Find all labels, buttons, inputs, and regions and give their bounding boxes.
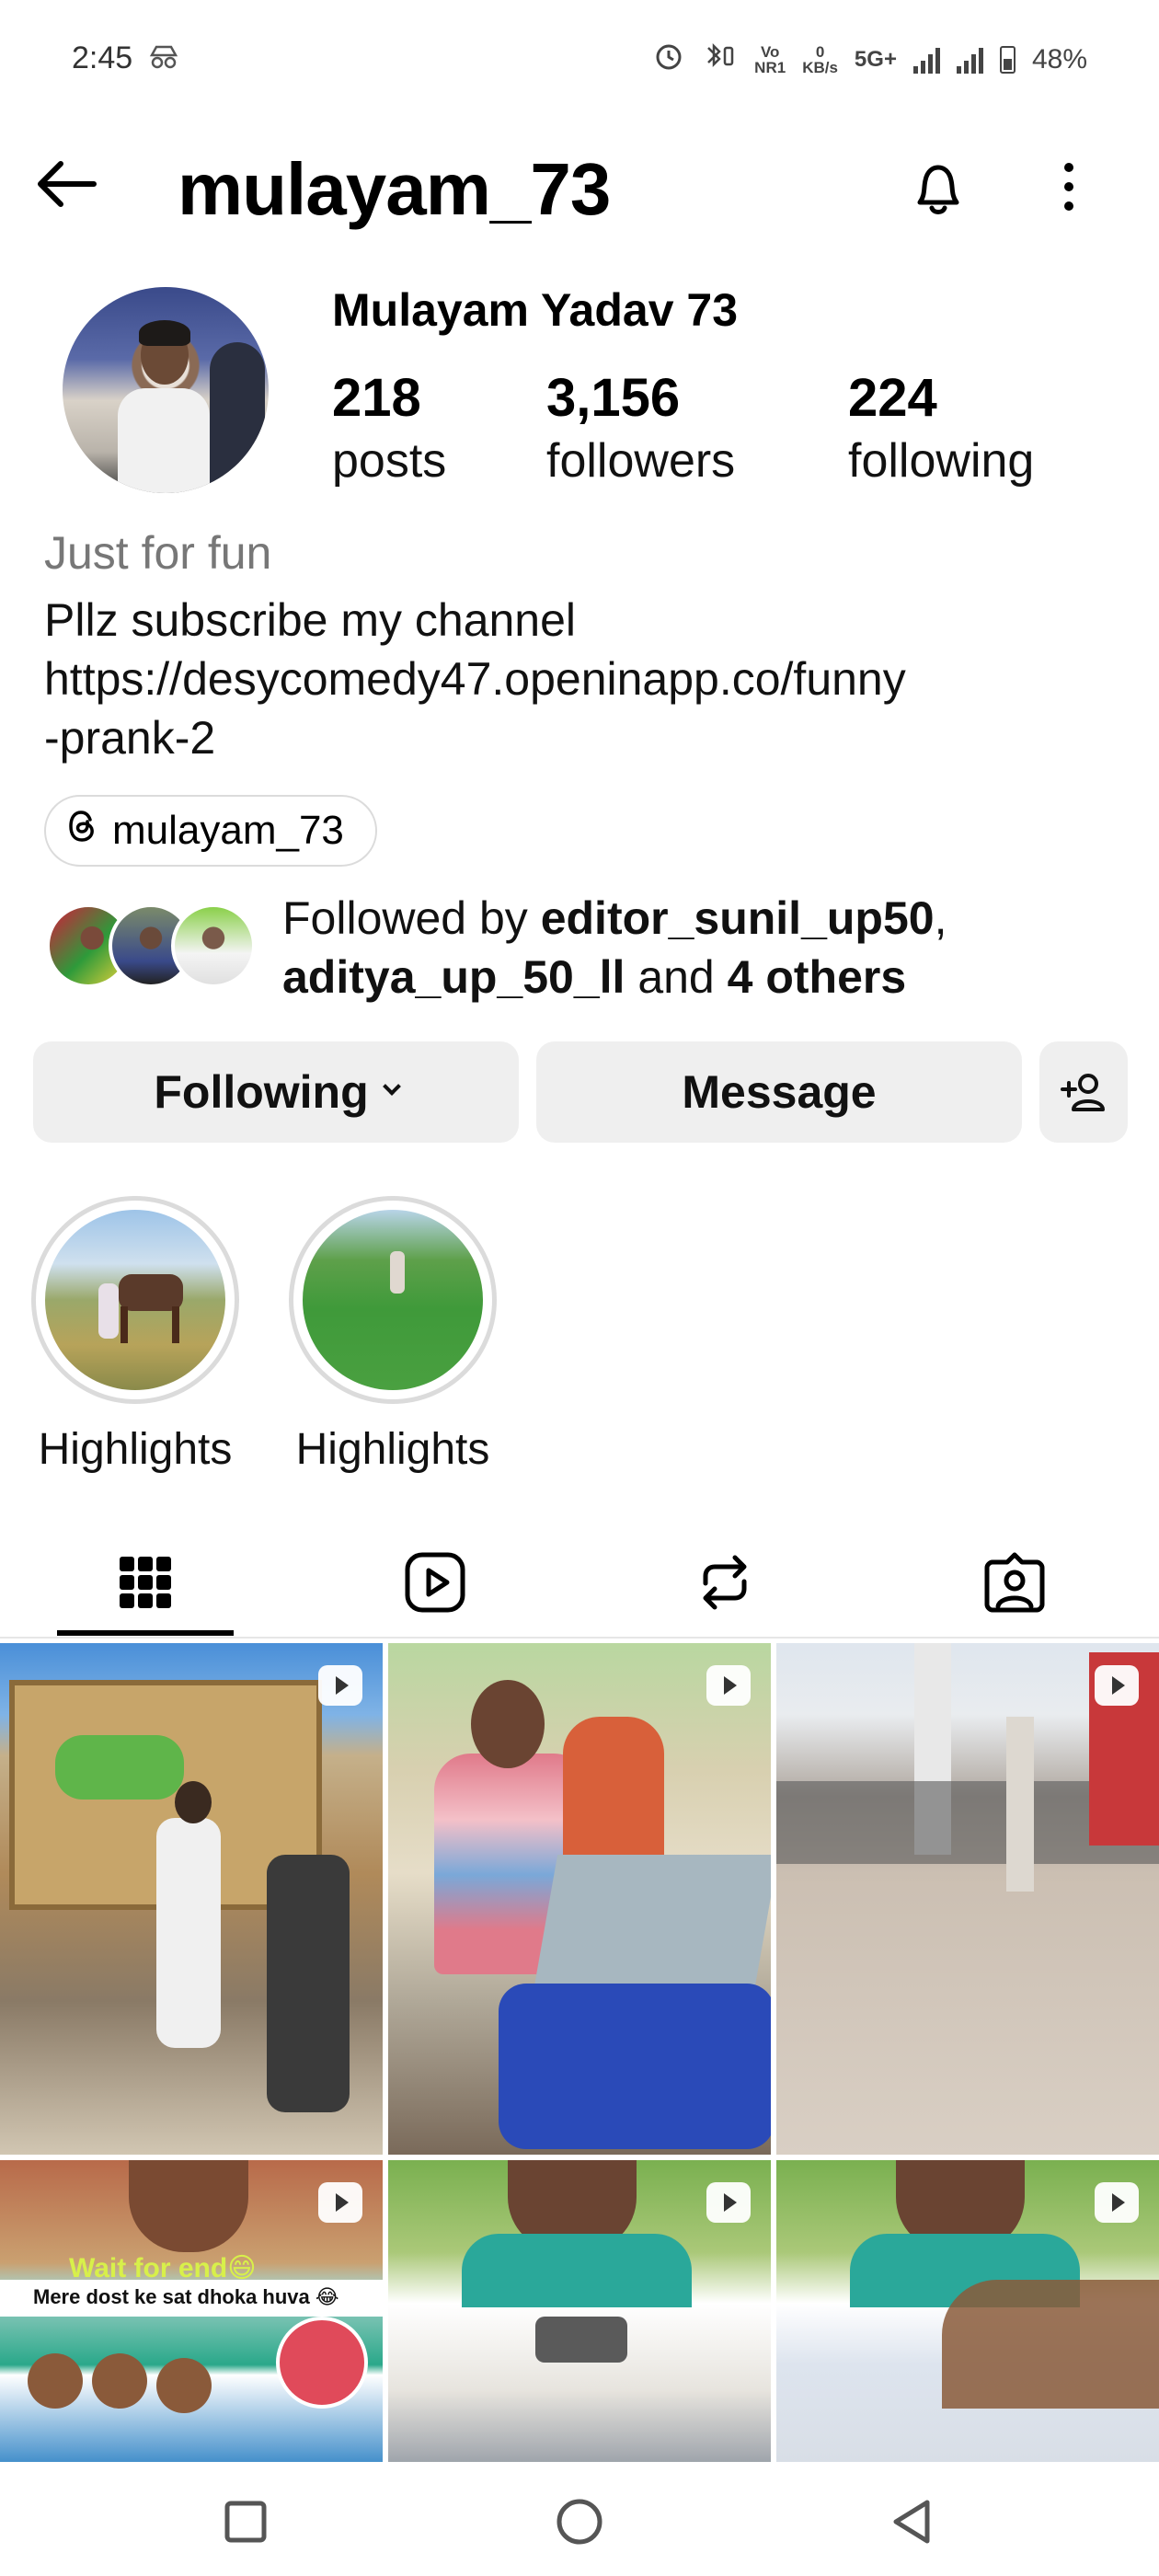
bio-line: Pllz subscribe my channel bbox=[44, 594, 577, 646]
bio-link[interactable]: https://desycomedy47.openinapp.co/funny bbox=[44, 650, 1120, 708]
overlay-text: Mere dost ke sat dhoka huva 😂 bbox=[33, 2285, 339, 2308]
followers-stat[interactable]: 3,156 followers bbox=[546, 366, 735, 491]
avatar bbox=[171, 903, 256, 988]
display-name: Mulayam Yadav 73 bbox=[332, 284, 739, 336]
status-icons: Vo NR1 0 KB/s 5G+ 48% bbox=[653, 40, 1087, 79]
post-thumbnail[interactable] bbox=[388, 1643, 771, 2155]
add-person-icon bbox=[1061, 1074, 1105, 1111]
nr-text: NR1 bbox=[754, 59, 786, 76]
story-highlight[interactable]: Highlights bbox=[289, 1196, 497, 1475]
recent-apps-button[interactable] bbox=[213, 2490, 278, 2554]
chevron-down-icon bbox=[382, 1077, 401, 1096]
bio-link-continued[interactable]: -prank-2 bbox=[44, 708, 1120, 767]
more-vertical-icon bbox=[1064, 163, 1073, 211]
signal-icon-1 bbox=[912, 46, 940, 74]
post-thumbnail[interactable]: Wait for end😄 Mere dost ke sat dhoka huv… bbox=[0, 2160, 383, 2462]
highlight-label: Highlights bbox=[38, 1425, 233, 1474]
bio-category: Just for fun bbox=[44, 527, 272, 579]
tab-reels[interactable] bbox=[343, 1527, 527, 1638]
threads-icon bbox=[66, 809, 98, 853]
mutual-followers-avatars[interactable] bbox=[46, 903, 267, 994]
following-label: Following bbox=[154, 1066, 369, 1118]
reel-icon bbox=[1095, 1665, 1139, 1706]
suggest-users-button[interactable] bbox=[1039, 1041, 1128, 1143]
following-button[interactable]: Following bbox=[33, 1041, 519, 1143]
alarm-icon bbox=[653, 40, 684, 79]
highlight-ring bbox=[31, 1196, 239, 1404]
post-thumbnail[interactable] bbox=[776, 2160, 1159, 2462]
reel-icon bbox=[318, 2182, 362, 2223]
posts-count: 218 bbox=[332, 368, 421, 428]
message-button[interactable]: Message bbox=[536, 1041, 1022, 1143]
reel-icon bbox=[706, 2182, 751, 2223]
followers-count: 3,156 bbox=[546, 368, 681, 428]
speed-unit: KB/s bbox=[802, 59, 838, 76]
threads-profile-chip[interactable]: mulayam_73 bbox=[44, 795, 377, 867]
following-count: 224 bbox=[848, 368, 937, 428]
post-thumbnail[interactable] bbox=[776, 1643, 1159, 2155]
highlight-thumbnail bbox=[45, 1210, 225, 1390]
back-nav-button[interactable] bbox=[881, 2490, 946, 2554]
back-arrow-icon bbox=[38, 161, 97, 207]
and-text: and bbox=[625, 951, 728, 1003]
message-label: Message bbox=[682, 1066, 877, 1118]
post-thumbnail[interactable] bbox=[0, 1643, 383, 2155]
network-type: 5G+ bbox=[854, 47, 897, 72]
highlight-thumbnail bbox=[303, 1210, 483, 1390]
highlight-ring bbox=[289, 1196, 497, 1404]
home-icon bbox=[557, 2499, 602, 2545]
followers-label: followers bbox=[546, 434, 736, 488]
volte-indicator: Vo NR1 bbox=[754, 44, 786, 75]
profile-header: mulayam_73 bbox=[0, 129, 1159, 239]
tab-posts[interactable] bbox=[53, 1527, 237, 1638]
tabs-divider bbox=[0, 1637, 1159, 1639]
following-label: following bbox=[848, 434, 1035, 488]
reel-icon bbox=[706, 1665, 751, 1706]
separator: , bbox=[934, 892, 947, 944]
back-button[interactable] bbox=[33, 156, 99, 212]
status-bar: 2:45 Vo NR1 0 KB/s 5G+ 48% bbox=[0, 0, 1159, 120]
more-options-button[interactable] bbox=[1049, 155, 1089, 219]
others-count: 4 others bbox=[727, 951, 907, 1003]
signal-icon-2 bbox=[956, 46, 983, 74]
battery-percent: 48% bbox=[1031, 44, 1087, 75]
post-thumbnail[interactable] bbox=[388, 2160, 771, 2462]
posts-stat[interactable]: 218 posts bbox=[332, 366, 446, 491]
reels-icon bbox=[405, 1552, 465, 1613]
threads-handle: mulayam_73 bbox=[112, 808, 344, 853]
speed-indicator: 0 KB/s bbox=[802, 44, 838, 75]
back-triangle-icon bbox=[893, 2500, 930, 2544]
mutual-user-2: aditya_up_50_ll bbox=[282, 951, 625, 1003]
tagged-icon bbox=[984, 1552, 1045, 1613]
mutual-user-1: editor_sunil_up50 bbox=[540, 892, 935, 944]
recents-icon bbox=[224, 2501, 267, 2543]
grid-icon bbox=[120, 1557, 171, 1608]
page-title: mulayam_73 bbox=[178, 148, 611, 230]
status-time: 2:45 bbox=[72, 40, 133, 75]
profile-avatar[interactable] bbox=[63, 287, 269, 493]
bell-icon bbox=[917, 165, 959, 214]
bio-text: Pllz subscribe my channel https://desyco… bbox=[44, 591, 1120, 767]
notifications-button[interactable] bbox=[901, 151, 975, 224]
incognito-icon bbox=[149, 44, 178, 77]
active-tab-indicator bbox=[57, 1630, 234, 1636]
posts-label: posts bbox=[332, 434, 447, 488]
profile-tabs bbox=[0, 1527, 1159, 1638]
system-navigation-bar bbox=[0, 2462, 1159, 2576]
reposts-icon bbox=[703, 1555, 747, 1610]
posts-grid: Wait for end😄 Mere dost ke sat dhoka huv… bbox=[0, 1643, 1159, 2462]
tab-reposts[interactable] bbox=[633, 1527, 817, 1638]
tab-tagged[interactable] bbox=[923, 1527, 1107, 1638]
followed-by-prefix: Followed by bbox=[282, 892, 541, 944]
bluetooth-vibrate-icon bbox=[701, 40, 738, 79]
reel-icon bbox=[318, 1665, 362, 1706]
followed-by-text[interactable]: Followed by editor_sunil_up50, aditya_up_… bbox=[282, 889, 947, 1006]
highlight-label: Highlights bbox=[295, 1425, 490, 1474]
home-button[interactable] bbox=[547, 2490, 612, 2554]
battery-icon bbox=[999, 46, 1016, 74]
story-highlight[interactable]: Highlights bbox=[31, 1196, 239, 1475]
following-stat[interactable]: 224 following bbox=[848, 366, 1034, 491]
reel-icon bbox=[1095, 2182, 1139, 2223]
